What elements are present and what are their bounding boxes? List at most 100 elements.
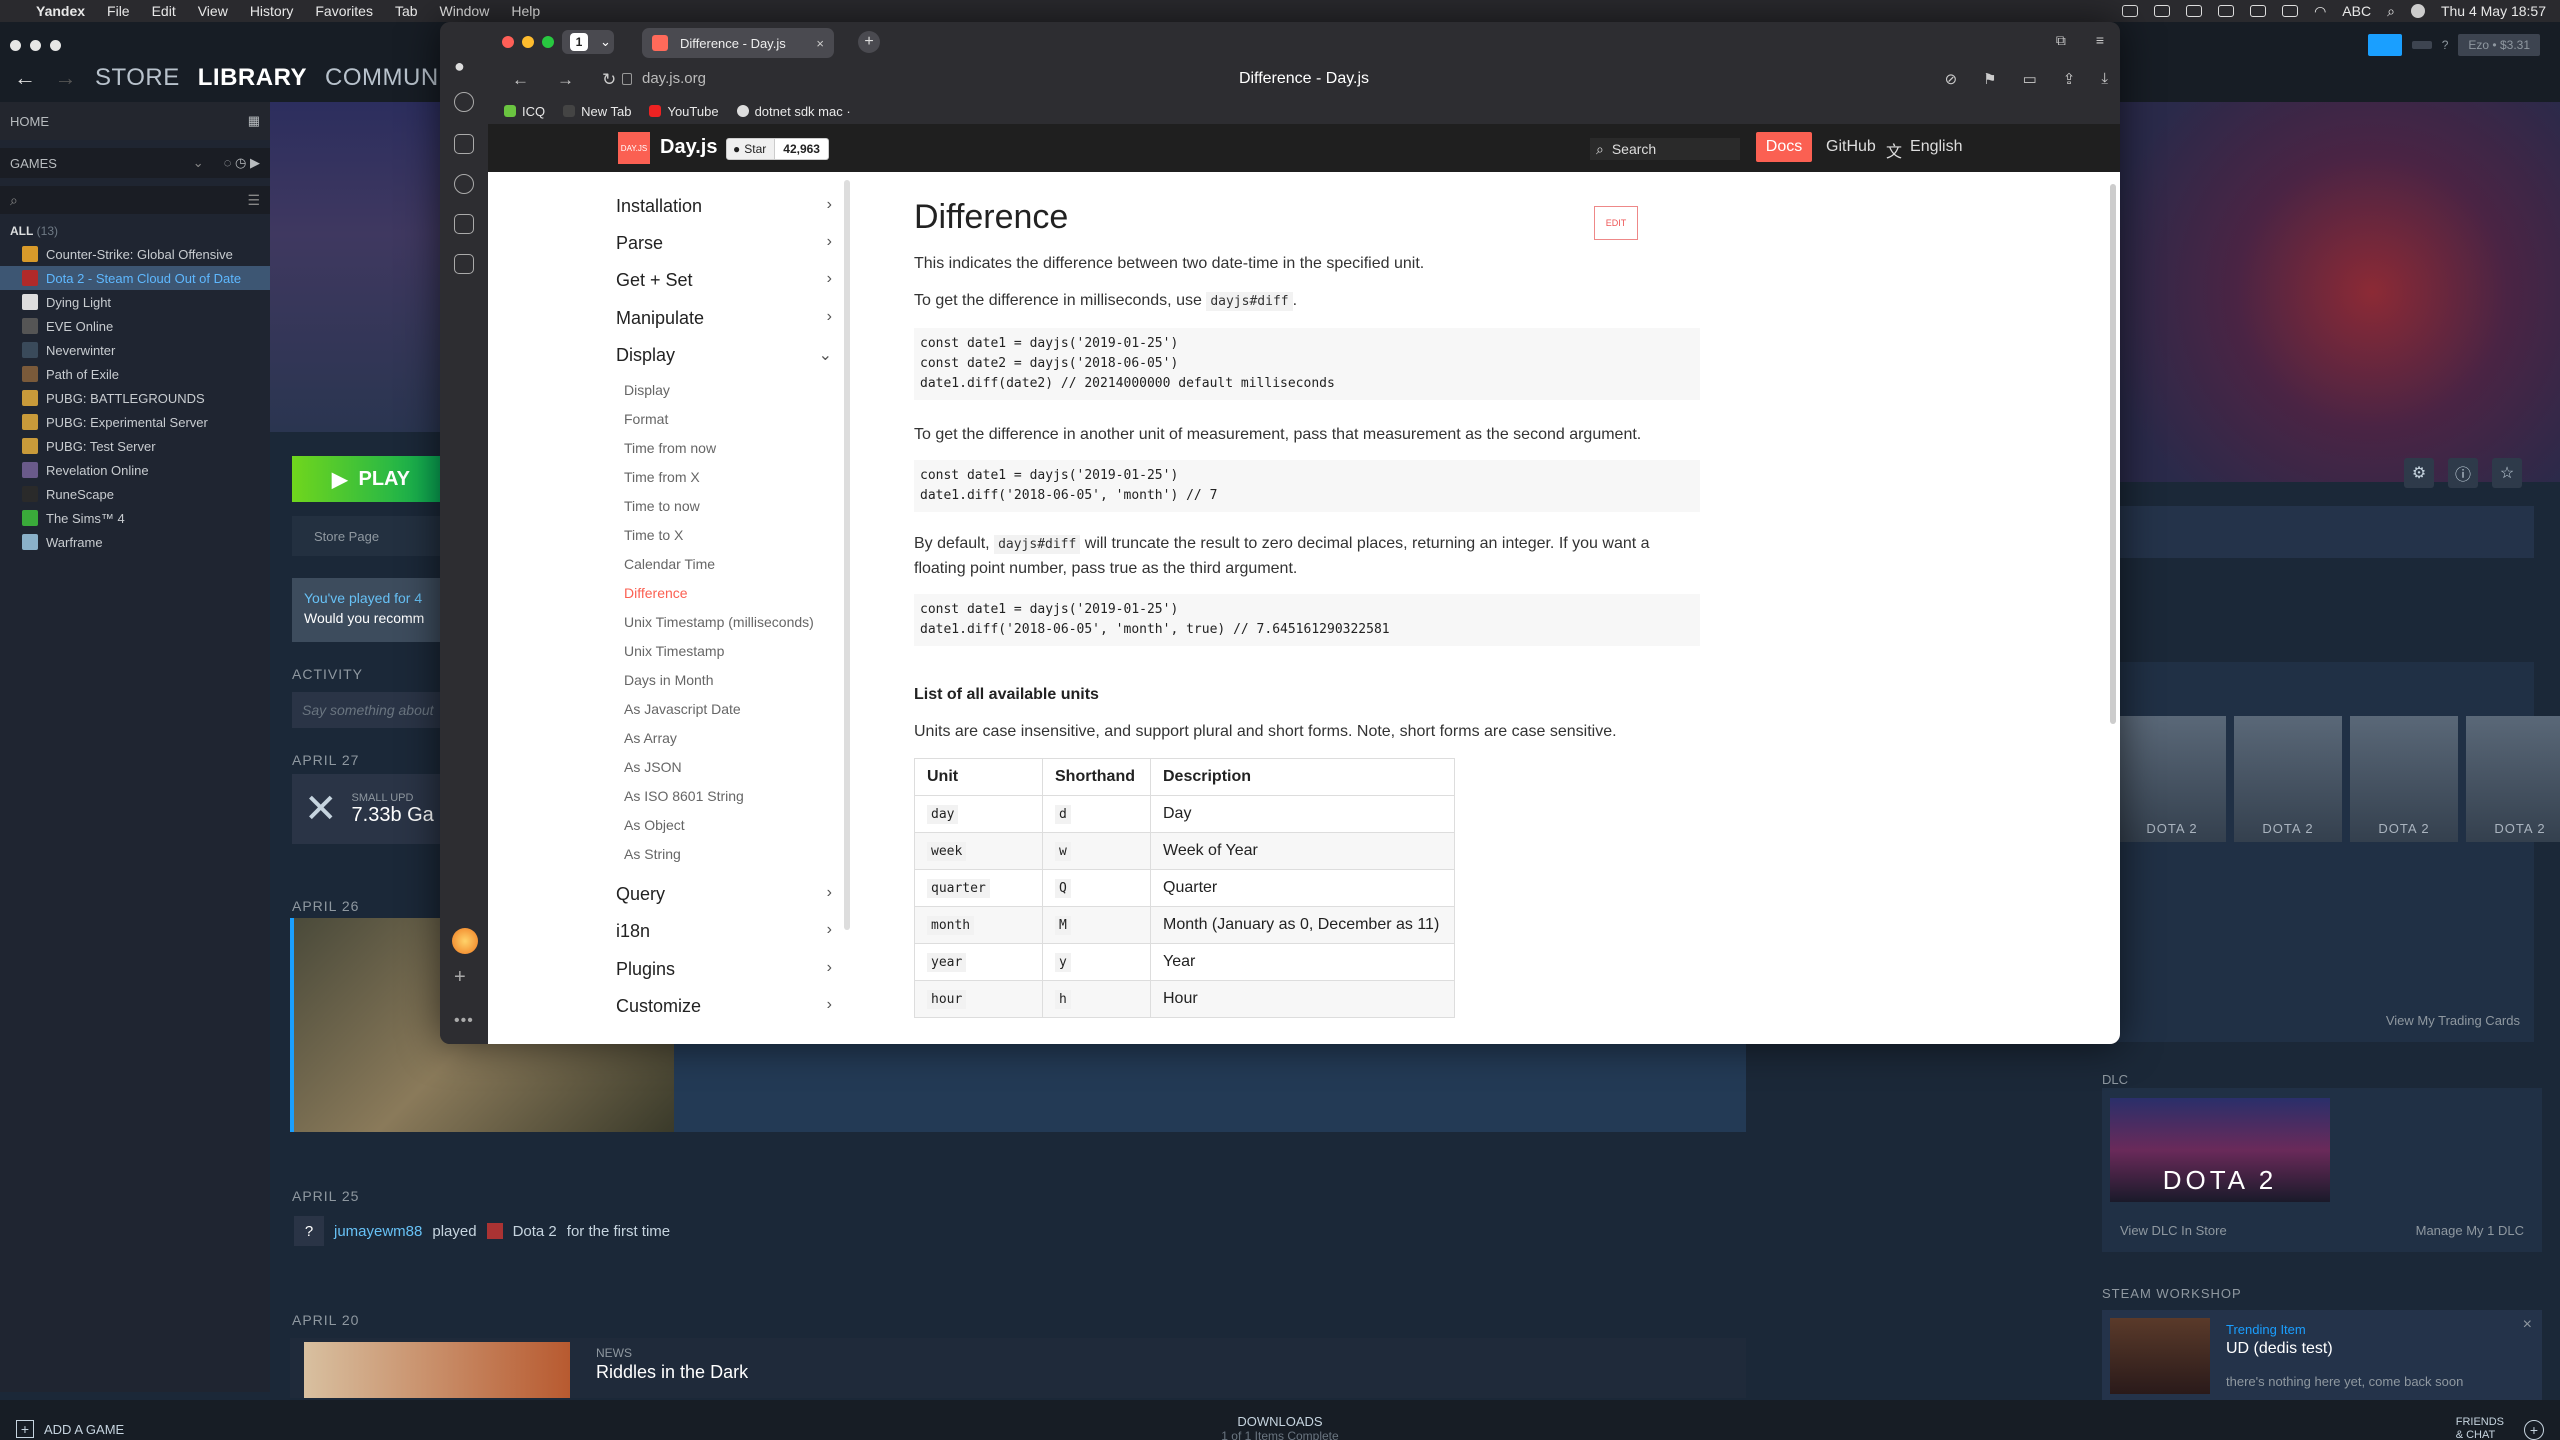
docs-search[interactable]: ⌕ Search [1590,138,1740,160]
nav-section[interactable]: i18n › [616,921,832,942]
nav-item[interactable]: As Array [624,730,677,746]
add-friend-icon[interactable]: + [2524,1420,2544,1440]
battery-icon[interactable] [2282,5,2299,17]
history-icon[interactable] [454,92,474,112]
bookmark-pages-icon[interactable]: ⧉ [2056,32,2066,49]
minimize-window-button[interactable] [30,40,41,51]
info-icon[interactable]: ⓘ [2448,458,2478,488]
bookmark-item[interactable]: New Tab [563,104,631,119]
star-button[interactable]: ● Star [726,138,776,160]
close-window-button[interactable] [502,36,514,48]
language-selector[interactable]: 文 English [1886,138,1963,162]
nav-item[interactable]: Days in Month [624,672,713,688]
friends-chat-button[interactable]: FRIENDS & CHAT [2456,1416,2504,1440]
more-icon[interactable]: ••• [454,1012,474,1030]
filter-icon[interactable]: ☰ [247,192,260,209]
menu-tab[interactable]: Tab [395,3,418,19]
battery-saver-icon[interactable]: ▭ [2023,70,2037,88]
platform-filter-icons[interactable]: ◌ ◷ ▶ [224,155,260,171]
bookmark-item[interactable]: YouTube [649,104,719,119]
status-icon[interactable] [2186,5,2203,17]
nav-section[interactable]: Get + Set › [616,270,832,291]
close-icon[interactable]: × [2523,1316,2532,1334]
lock-icon[interactable] [622,72,632,85]
trading-card[interactable]: DOTA 2 [2118,716,2226,842]
tab-counter[interactable]: 1 ⌄ [562,30,614,54]
clock[interactable]: Thu 4 May 18:57 [2441,3,2546,19]
trading-card[interactable]: DOTA 2 [2350,716,2458,842]
store-page-tab[interactable]: Store Page [292,516,462,556]
notifications-button[interactable] [2411,41,2432,49]
docs-link[interactable]: Docs [1756,132,1812,162]
zoom-window-button[interactable] [50,40,61,51]
game-item[interactable]: Warframe [0,530,270,554]
game-item[interactable]: Revelation Online [0,458,270,482]
add-game-button[interactable]: + ADD A GAME [16,1420,124,1438]
trading-card[interactable]: DOTA 2 [2234,716,2342,842]
review-prompt[interactable]: You've played for 4 Would you recomm [292,578,462,642]
sidebar-home[interactable]: HOME ▦ [0,102,270,140]
all-games-header[interactable]: ALL (13) [0,224,270,238]
nav-item[interactable]: As ISO 8601 String [624,788,744,804]
activity-input[interactable]: Say something about [292,692,462,728]
status-icon[interactable] [2218,5,2235,17]
game-item[interactable]: Neverwinter [0,338,270,362]
nav-item[interactable]: Display [624,382,670,398]
media-icon[interactable] [454,174,474,194]
tab-active[interactable]: Difference - Day.js × [642,28,834,58]
menu-icon[interactable]: ≡ [2096,32,2104,49]
nav-section[interactable]: Parse › [616,233,832,254]
address-bar[interactable]: day.js.org [622,70,706,87]
nav-store[interactable]: STORE [95,64,180,92]
menu-help[interactable]: Help [511,3,540,19]
bookmark-item[interactable]: ICQ [504,104,545,119]
nav-item[interactable]: As JSON [624,759,682,775]
nav-item[interactable]: Format [624,411,668,427]
nav-section[interactable]: Installation › [616,196,832,217]
activity-game[interactable]: Dota 2 [513,1223,557,1240]
tab-count-icon[interactable] [454,214,474,234]
nav-item[interactable]: As Object [624,817,685,833]
dlc-art[interactable]: DOTA 2 [2110,1098,2330,1202]
game-item[interactable]: EVE Online [0,314,270,338]
nav-item[interactable]: Time from now [624,440,716,456]
game-item-selected[interactable]: Dota 2 - Steam Cloud Out of Date [0,266,270,290]
game-item[interactable]: The Sims™ 4 [0,506,270,530]
nav-section-open[interactable]: Display ⌄ [616,345,832,366]
extension-icon[interactable]: ⊘ [1945,70,1958,88]
share-icon[interactable]: ⇪ [2063,70,2076,88]
menu-history[interactable]: History [250,3,294,19]
forward-arrow-icon[interactable]: → [557,70,574,90]
downloads-status[interactable]: DOWNLOADS 1 of 1 Items Complete [1180,1414,1380,1440]
account-wallet[interactable]: Ezo • $3.31 [2458,34,2540,56]
dayjs-brand[interactable]: Day.js [660,136,717,159]
nav-item[interactable]: Time to now [624,498,700,514]
menu-favorites[interactable]: Favorites [315,3,373,19]
nav-item[interactable]: Calendar Time [624,556,715,572]
new-tab-button[interactable]: + [858,31,880,53]
menu-window[interactable]: Window [440,3,490,19]
nav-section[interactable]: Query › [616,884,832,905]
nav-scrollbar[interactable] [844,180,850,930]
nav-section[interactable]: Customize › [616,996,832,1017]
nav-item[interactable]: As String [624,846,681,862]
close-window-button[interactable] [10,40,21,51]
play-button[interactable]: ▶ PLAY [292,456,452,502]
nav-section[interactable]: Manipulate › [616,308,832,329]
menu-view[interactable]: View [198,3,228,19]
bookmark-item[interactable]: dotnet sdk mac · [736,104,851,119]
siri-icon[interactable] [2410,4,2425,18]
game-item[interactable]: PUBG: Experimental Server [0,410,270,434]
reload-icon[interactable]: ↻ [602,70,616,90]
trading-card[interactable]: DOTA 2 [2466,716,2560,842]
zoom-window-button[interactable] [542,36,554,48]
broadcast-button[interactable] [2367,34,2402,56]
back-arrow-icon[interactable]: ← [14,65,37,91]
menu-file[interactable]: File [107,3,130,19]
star-count[interactable]: 42,963 [775,138,829,160]
workshop-panel[interactable]: Trending Item UD (dedis test) there's no… [2102,1310,2542,1400]
unknown-avatar[interactable]: ? [294,1216,324,1246]
chevron-down-icon[interactable]: ⌄ [193,155,204,171]
nav-item[interactable]: Time from X [624,469,700,485]
status-icon[interactable] [2154,5,2171,17]
